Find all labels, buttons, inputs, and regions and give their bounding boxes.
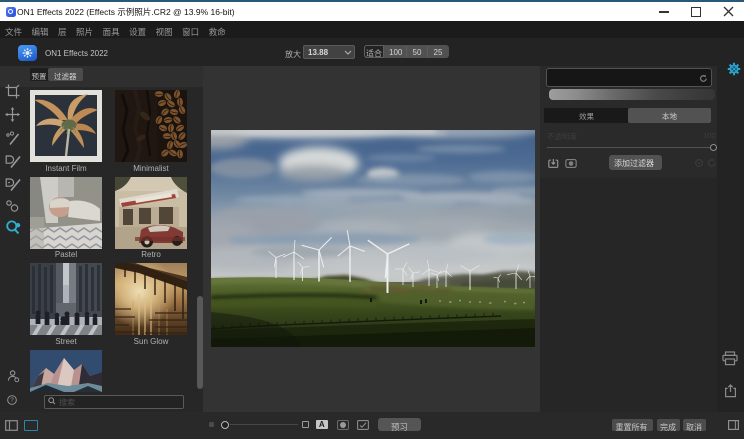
svg-text:?: ? (10, 397, 14, 404)
